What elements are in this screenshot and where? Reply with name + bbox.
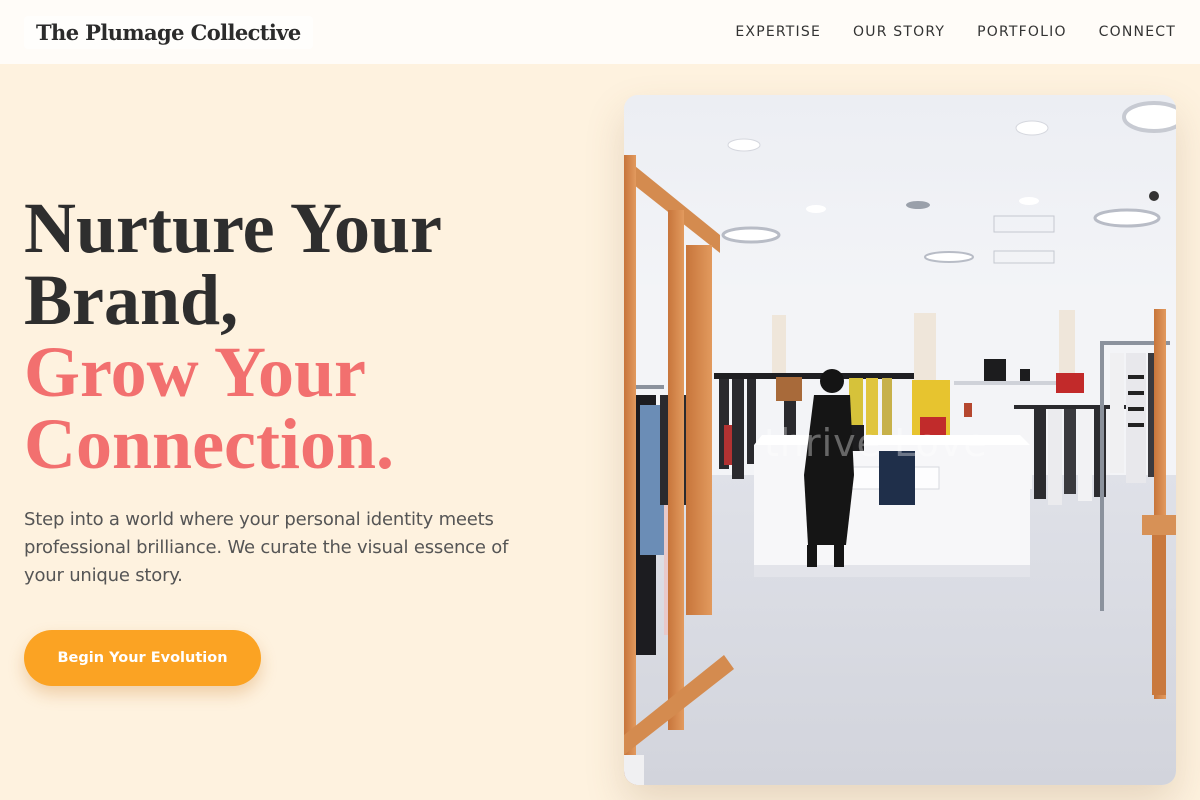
headline-accent-line-1: Grow Your <box>24 332 366 412</box>
headline-line-1: Nurture Your <box>24 188 442 268</box>
image-watermark: thrive Love <box>764 421 988 465</box>
brand-logo[interactable]: The Plumage Collective <box>24 15 313 49</box>
headline-accent-line-2: Connection. <box>24 404 395 484</box>
main-nav: EXPERTISE OUR STORY PORTFOLIO CONNECT <box>735 24 1176 40</box>
hero-store-image: thrive Love <box>624 95 1176 785</box>
begin-evolution-button[interactable]: Begin Your Evolution <box>24 630 261 686</box>
nav-item-portfolio[interactable]: PORTFOLIO <box>977 24 1067 40</box>
hero-headline: Nurture Your Brand, Grow Your Connection… <box>24 192 564 480</box>
nav-item-our-story[interactable]: OUR STORY <box>853 24 945 40</box>
nav-item-connect[interactable]: CONNECT <box>1099 24 1176 40</box>
headline-line-2: Brand, <box>24 260 239 340</box>
hero-subtext: Step into a world where your personal id… <box>24 509 509 586</box>
nav-item-expertise[interactable]: EXPERTISE <box>735 24 821 40</box>
site-header: The Plumage Collective EXPERTISE OUR STO… <box>0 0 1200 64</box>
